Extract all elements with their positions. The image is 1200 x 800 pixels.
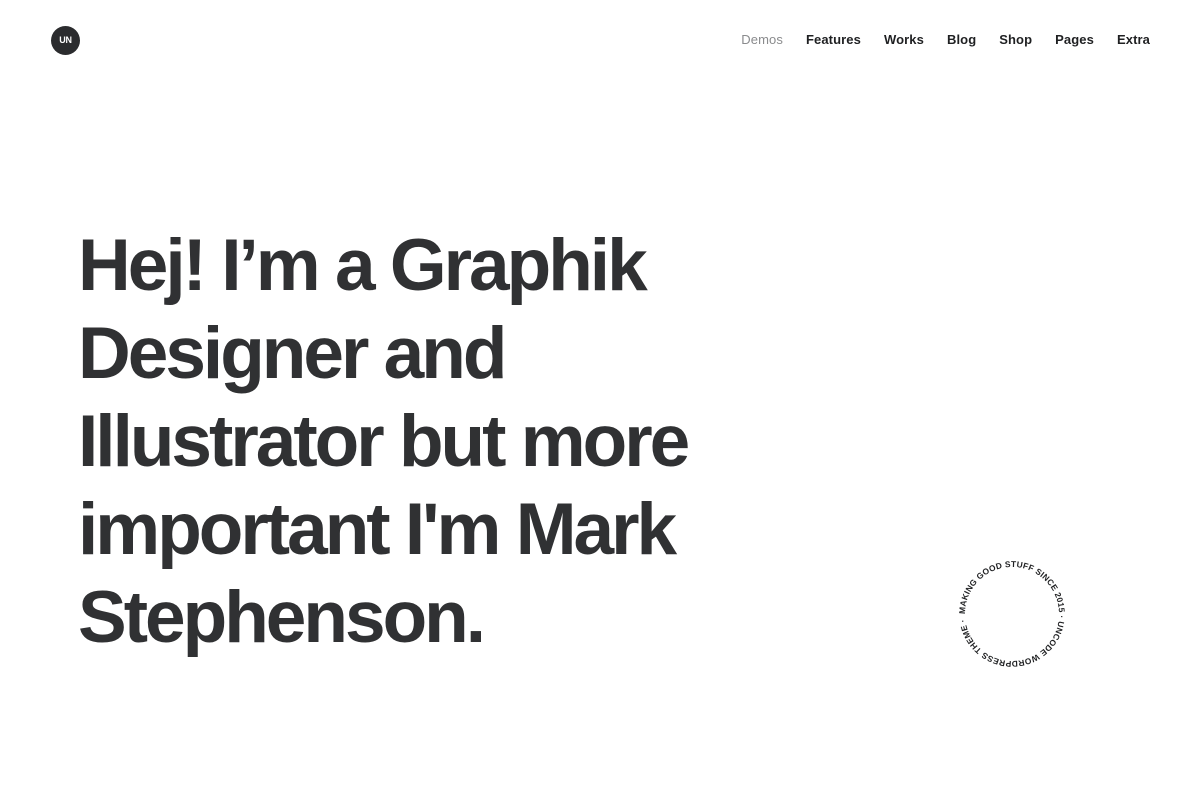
hero-line: Illustrator but more [78,401,690,482]
main-nav: Demos Features Works Blog Shop Pages Ext… [741,31,1150,49]
nav-item-shop[interactable]: Shop [999,31,1032,49]
badge-text-path: MAKING GOOD STUFF SINCE 2015 · UNCODE WO… [957,559,1067,669]
site-header: UN Demos Features Works Blog Shop Pages … [0,0,1200,82]
nav-item-pages[interactable]: Pages [1055,31,1094,49]
nav-item-blog[interactable]: Blog [947,31,976,49]
hero-line: Designer and [78,313,507,394]
nav-item-extra[interactable]: Extra [1117,31,1150,49]
hero-line: Stephenson. [78,577,486,658]
nav-item-features[interactable]: Features [806,31,861,49]
hero-heading: Hej! I’m a Graphik Designer and Illustra… [78,222,758,662]
logo-text: UN [59,35,72,45]
nav-item-works[interactable]: Works [884,31,924,49]
hero-line: Hej! I’m a Graphik [78,225,648,306]
circular-text-svg: MAKING GOOD STUFF SINCE 2015 · UNCODE WO… [957,559,1067,669]
circular-text-badge: MAKING GOOD STUFF SINCE 2015 · UNCODE WO… [954,556,1070,672]
nav-item-demos[interactable]: Demos [741,31,783,49]
logo-button[interactable]: UN [51,26,80,55]
badge-text: MAKING GOOD STUFF SINCE 2015 · UNCODE WO… [957,559,1067,669]
hero-line: important I'm Mark [78,489,677,570]
